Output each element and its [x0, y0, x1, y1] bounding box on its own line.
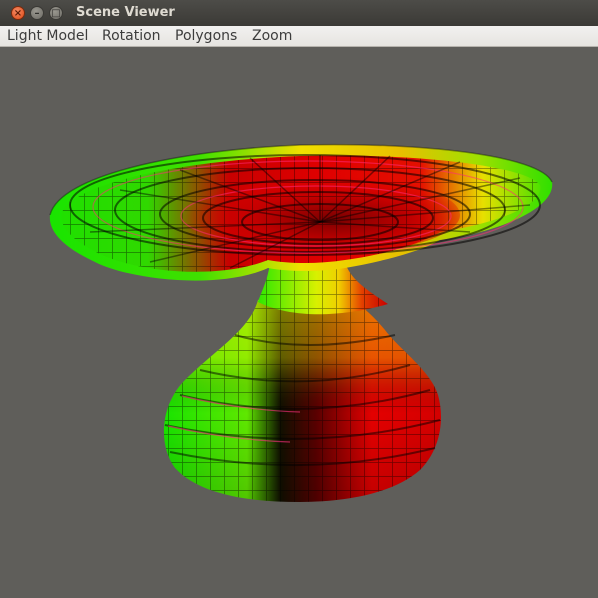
menu-rotation[interactable]: Rotation [102, 28, 161, 44]
menu-zoom[interactable]: Zoom [252, 28, 292, 44]
menu-bar: Light Model Rotation Polygons Zoom [0, 26, 598, 47]
scene-canvas[interactable] [0, 47, 598, 598]
app-window: × – □ Scene Viewer Light Model Rotation … [0, 0, 598, 598]
title-bar[interactable]: × – □ Scene Viewer [0, 0, 598, 26]
close-button[interactable]: × [11, 6, 25, 20]
window-title: Scene Viewer [76, 5, 175, 20]
minimize-button[interactable]: – [30, 6, 44, 20]
maximize-icon: □ [51, 8, 61, 19]
render-viewport[interactable] [0, 47, 598, 598]
close-icon: × [13, 8, 23, 19]
menu-light-model[interactable]: Light Model [7, 28, 88, 44]
maximize-button[interactable]: □ [49, 6, 63, 20]
menu-polygons[interactable]: Polygons [175, 28, 237, 44]
minimize-icon: – [34, 8, 40, 19]
surface-dish [49, 143, 553, 281]
